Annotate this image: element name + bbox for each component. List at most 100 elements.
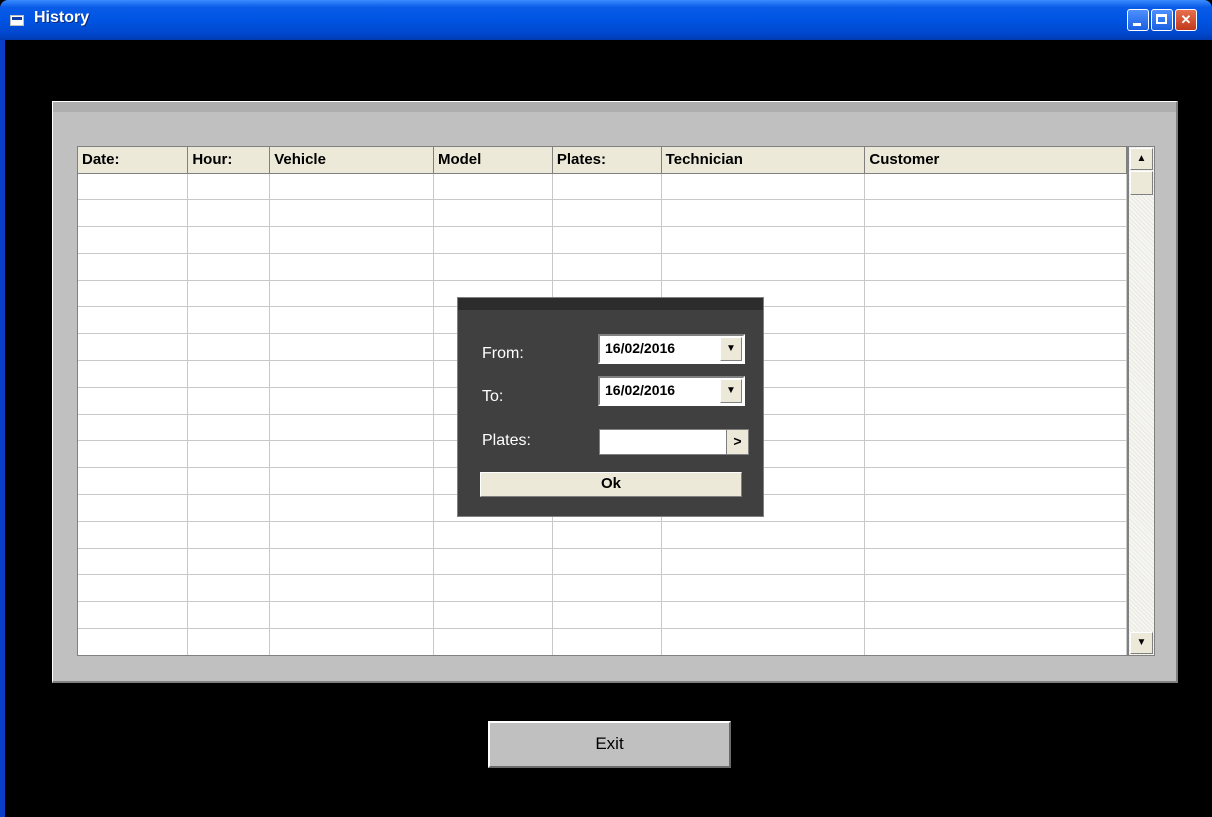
table-cell[interactable] [78,628,189,655]
table-cell[interactable] [864,440,1127,469]
table-cell[interactable] [78,655,188,656]
table-cell[interactable] [269,173,434,201]
column-header-plates[interactable]: Plates: [552,147,662,174]
table-cell[interactable] [269,548,434,576]
table-cell[interactable] [78,521,189,549]
table-cell[interactable] [552,253,662,281]
table-cell[interactable] [433,548,553,576]
table-cell[interactable] [78,494,189,522]
table-cell[interactable] [864,199,1127,228]
table-cell[interactable] [187,521,271,549]
table-cell[interactable] [187,173,271,201]
to-date-picker[interactable]: 16/02/2016 ▼ [598,376,745,406]
table-cell[interactable] [661,601,866,630]
table-cell[interactable] [433,173,553,201]
table-cell[interactable] [187,628,271,655]
table-cell[interactable] [187,360,271,388]
table-cell[interactable] [269,521,434,549]
table-cell[interactable] [269,226,434,254]
table-cell[interactable] [269,467,434,496]
column-header-technician[interactable]: Technician [661,147,866,174]
table-row[interactable] [78,548,1127,576]
table-cell[interactable] [433,574,553,603]
table-cell[interactable] [864,548,1127,576]
table-cell[interactable] [269,199,434,228]
table-cell[interactable] [864,628,1127,655]
table-cell[interactable] [552,199,662,228]
table-cell[interactable] [78,306,189,335]
table-cell[interactable] [433,199,553,228]
from-dropdown-arrow-icon[interactable]: ▼ [720,337,742,361]
title-bar[interactable]: History [0,0,1212,40]
table-cell[interactable] [661,253,866,281]
table-cell[interactable] [864,253,1127,281]
table-cell[interactable] [661,655,865,656]
column-header-model[interactable]: Model [433,147,553,174]
table-cell[interactable] [552,628,662,655]
table-cell[interactable] [864,333,1127,362]
table-cell[interactable] [864,467,1127,496]
table-cell[interactable] [269,414,434,442]
table-cell[interactable] [433,601,553,630]
table-cell[interactable] [433,521,553,549]
table-cell[interactable] [864,387,1127,415]
table-cell[interactable] [552,601,662,630]
table-cell[interactable] [661,199,866,228]
table-row[interactable] [78,601,1127,630]
table-cell[interactable] [433,655,552,656]
table-cell[interactable] [269,306,434,335]
table-cell[interactable] [661,628,866,655]
table-cell[interactable] [433,226,553,254]
table-cell[interactable] [269,601,434,630]
table-cell[interactable] [269,387,434,415]
table-cell[interactable] [78,360,189,388]
table-cell[interactable] [78,601,189,630]
plates-field[interactable]: > [599,429,749,455]
table-cell[interactable] [187,414,271,442]
table-cell[interactable] [269,280,434,308]
table-cell[interactable] [78,548,189,576]
table-cell[interactable] [661,574,866,603]
table-cell[interactable] [78,387,189,415]
table-cell[interactable] [433,628,553,655]
column-header-date[interactable]: Date: [78,147,189,174]
table-cell[interactable] [187,306,271,335]
table-cell[interactable] [187,280,271,308]
table-cell[interactable] [552,574,662,603]
table-cell[interactable] [864,226,1127,254]
table-cell[interactable] [78,467,189,496]
minimize-button[interactable] [1127,9,1149,31]
table-cell[interactable] [78,574,189,603]
table-cell[interactable] [661,173,866,201]
from-date-picker[interactable]: 16/02/2016 ▼ [598,334,745,364]
table-cell[interactable] [661,226,866,254]
table-cell[interactable] [187,440,271,469]
table-cell[interactable] [864,414,1127,442]
table-cell[interactable] [187,494,271,522]
table-cell[interactable] [269,574,434,603]
table-cell[interactable] [661,521,866,549]
vertical-scrollbar[interactable]: ▲ ▼ [1128,146,1155,656]
table-cell[interactable] [78,226,189,254]
exit-button[interactable]: Exit [488,721,731,768]
table-cell[interactable] [552,521,662,549]
table-row[interactable] [78,574,1127,603]
table-row[interactable] [78,655,1127,656]
table-cell[interactable] [865,655,1127,656]
table-cell[interactable] [864,574,1127,603]
table-cell[interactable] [552,226,662,254]
table-cell[interactable] [187,601,271,630]
table-cell[interactable] [864,280,1127,308]
table-cell[interactable] [269,628,434,655]
table-cell[interactable] [78,414,189,442]
close-button[interactable] [1175,9,1197,31]
table-cell[interactable] [661,548,866,576]
table-cell[interactable] [552,173,662,201]
table-cell[interactable] [187,574,271,603]
table-cell[interactable] [187,548,271,576]
table-cell[interactable] [433,253,553,281]
table-cell[interactable] [864,494,1127,522]
table-row[interactable] [78,628,1127,655]
table-row[interactable] [78,226,1127,254]
plates-select-button[interactable]: > [726,430,748,454]
